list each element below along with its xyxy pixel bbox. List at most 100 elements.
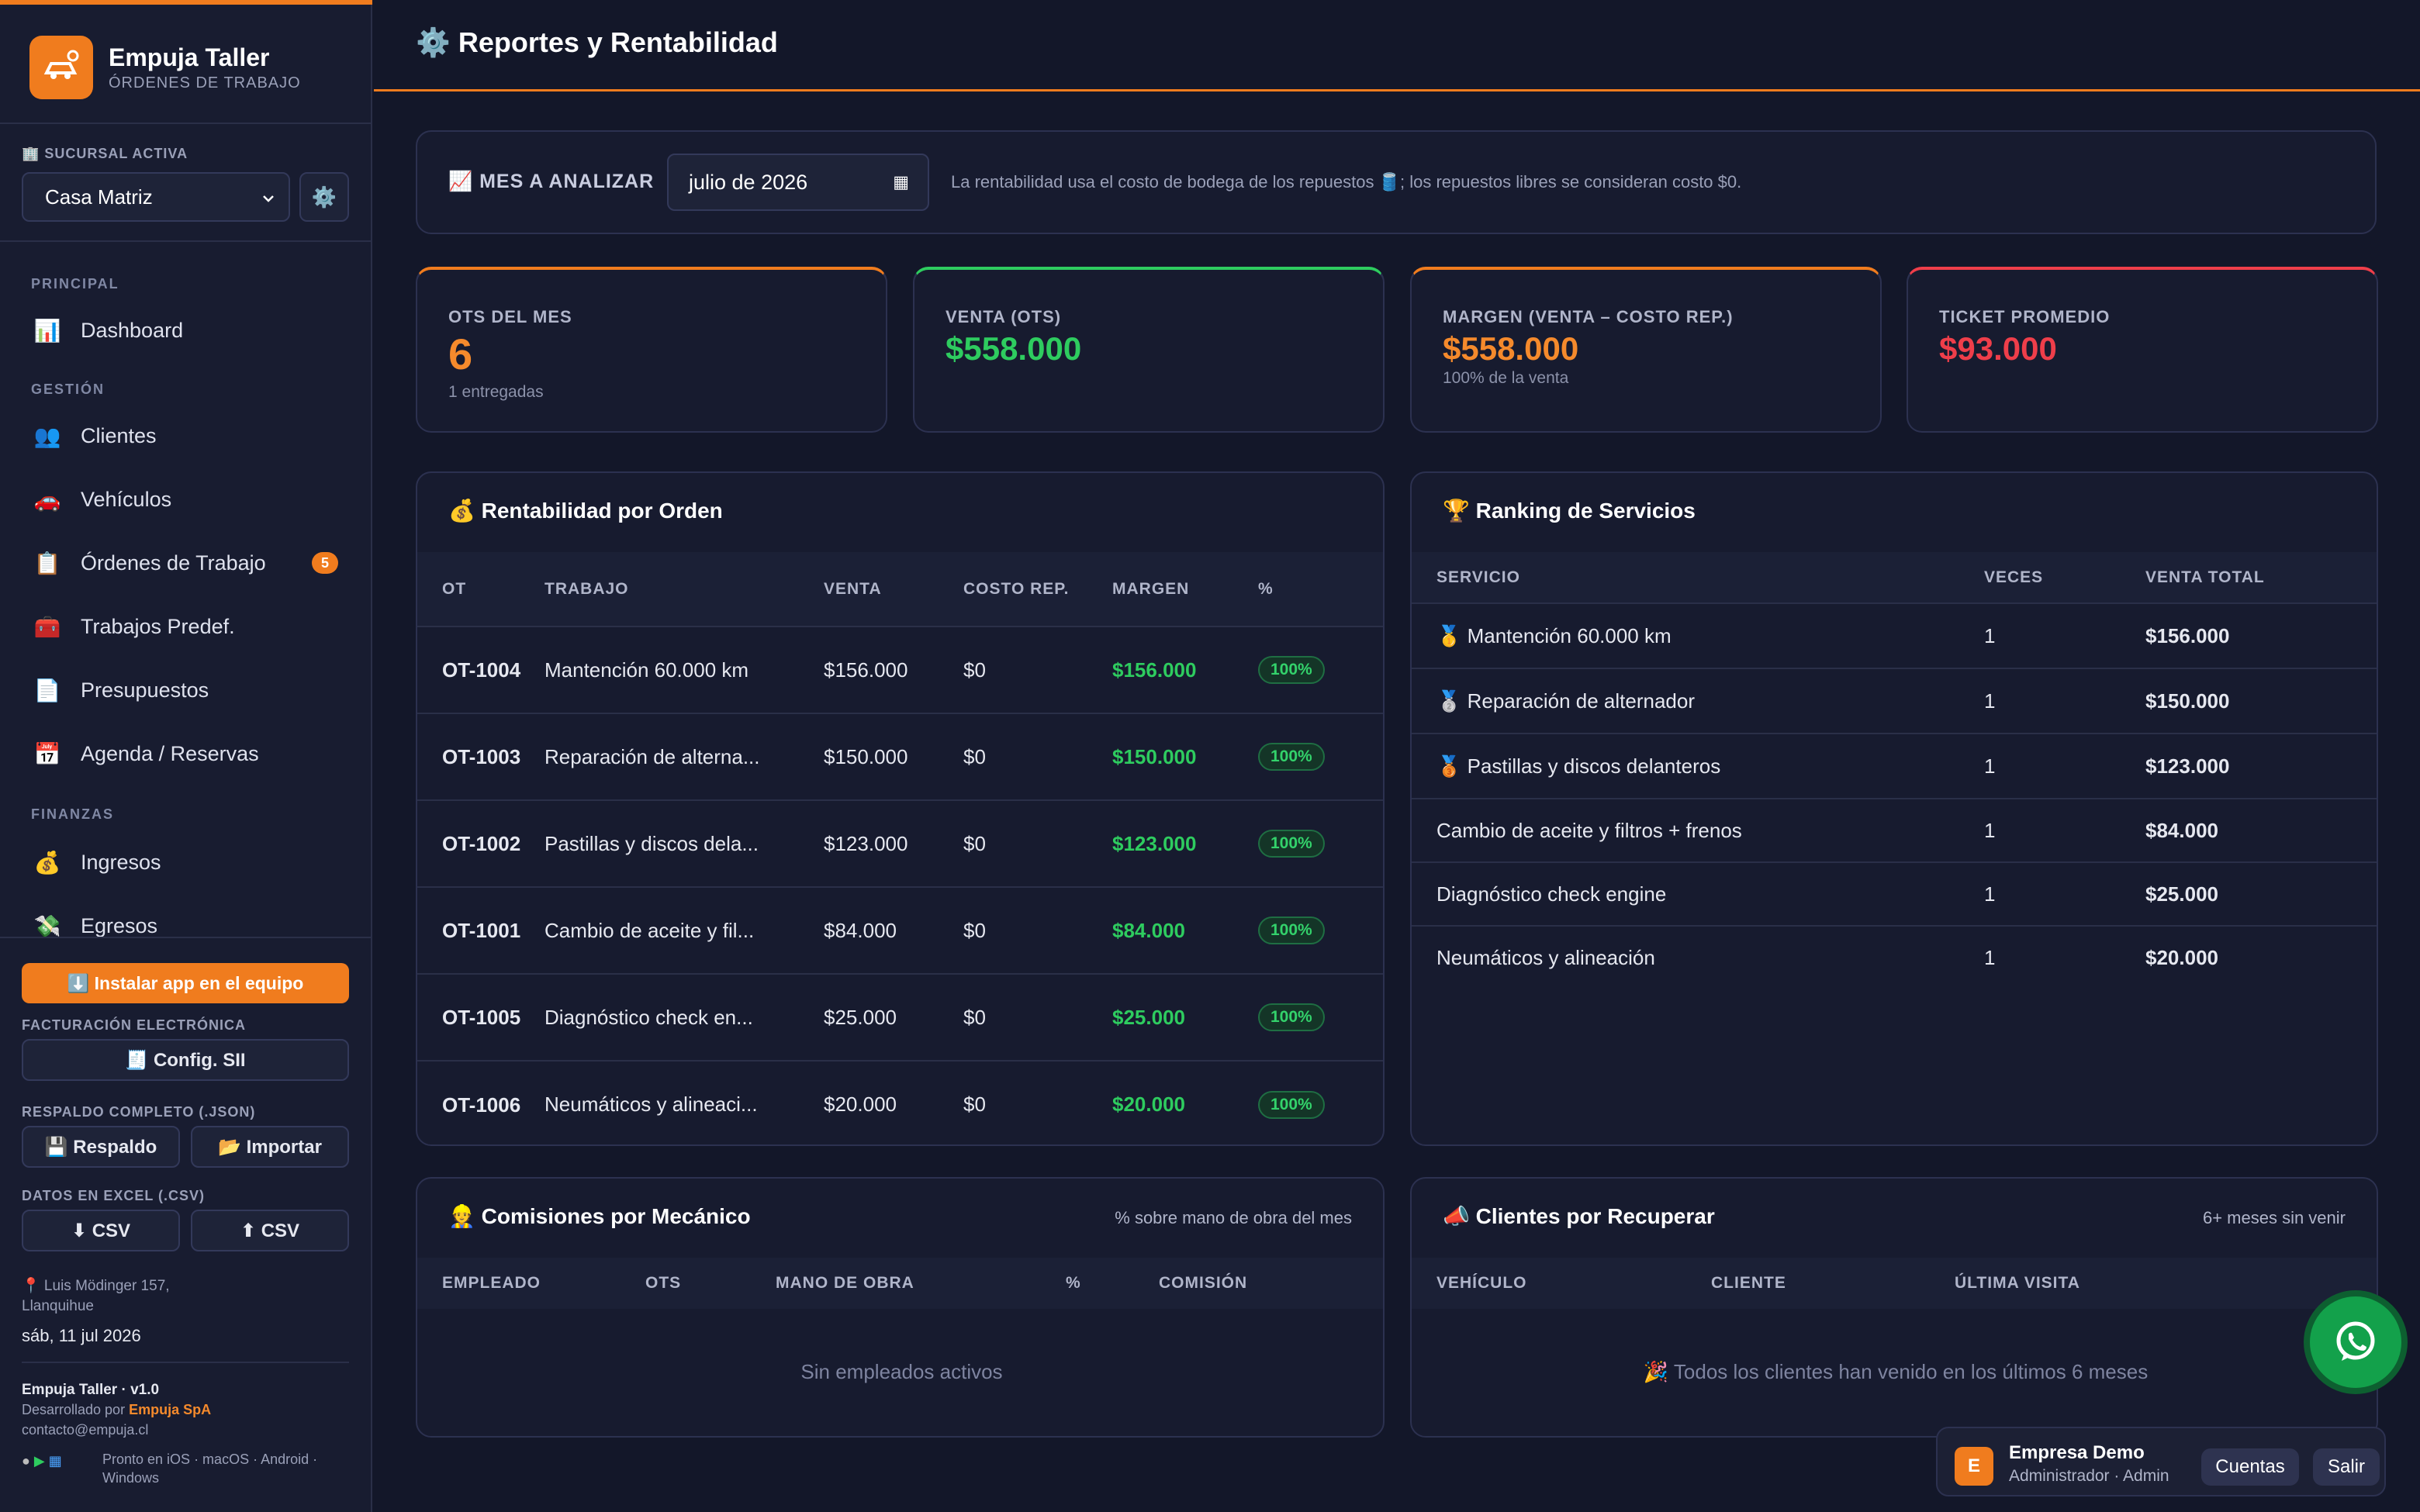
veces-cell: 1 (1984, 861, 2145, 926)
table-row[interactable]: 🥇 Mantención 60.000 km 1 $156.000 (1412, 602, 2377, 668)
table-row[interactable]: OT-1003 Reparación de alterna... $150.000 $… (417, 713, 1383, 800)
table-row[interactable]: OT-1005 Diagnóstico check en... $25.000 $0 $… (417, 973, 1383, 1061)
col-costo: COSTO REP. (963, 552, 1112, 627)
col-ots: OTS (645, 1258, 776, 1309)
table-row[interactable]: OT-1006 Neumáticos y alineaci... $20.000 $0… (417, 1060, 1383, 1144)
kpi-label: OTS DEL MES (448, 307, 572, 326)
ranking-table: SERVICIO VECES VENTA TOTAL 🥇 Mantención … (1412, 552, 2377, 989)
config-sii-button[interactable]: 🧾 Config. SII (22, 1039, 349, 1081)
sidebar-item-trabajos[interactable]: 🧰 Trabajos Predef. (31, 603, 349, 650)
costo-cell: $0 (963, 886, 1112, 974)
install-app-button[interactable]: ⬇️ Instalar app en el equipo (22, 963, 349, 1003)
empty-state: 🎉 Todos los clientes han venido en los ú… (1643, 1360, 2149, 1383)
nav-section-finanzas: FINANZAS (31, 806, 114, 822)
kpi-value: 6 (448, 330, 473, 378)
contact-email[interactable]: contacto@empuja.cl (22, 1422, 148, 1438)
branch-label: 🏢 SUCURSAL ACTIVA (22, 146, 188, 161)
col-venta-total: VENTA TOTAL (2145, 552, 2377, 603)
trabajo-cell: Mantención 60.000 km (544, 626, 824, 713)
table-header-row: SERVICIO VECES VENTA TOTAL (1412, 552, 2377, 603)
calendar-icon[interactable]: ▦ (893, 172, 909, 192)
developer-link[interactable]: Empuja SpA (129, 1402, 211, 1417)
user-name: Empresa Demo (2009, 1442, 2145, 1463)
kpi-sub: 1 entregadas (448, 383, 544, 401)
pct-badge: 100% (1258, 830, 1325, 858)
sidebar-item-label: Órdenes de Trabajo (81, 551, 266, 575)
table-row[interactable]: Diagnóstico check engine 1 $25.000 (1412, 861, 2377, 926)
servicio-cell: Diagnóstico check engine (1412, 861, 1984, 926)
money-bag-icon: 💰 (33, 850, 61, 875)
col-ultima-visita: ÚLTIMA VISITA (1955, 1258, 2377, 1309)
sidebar-item-egresos[interactable]: 💸 Egresos (31, 903, 349, 949)
col-venta: VENTA (824, 552, 963, 627)
avatar: E (1955, 1447, 1993, 1486)
sidebar-item-label: Agenda / Reservas (81, 741, 259, 765)
branch-settings-button[interactable]: ⚙️ (299, 172, 349, 222)
whatsapp-button[interactable] (2304, 1290, 2408, 1394)
address-line-2: Llanquihue (22, 1298, 94, 1314)
users-icon: 👥 (33, 423, 61, 448)
card-title: 👷 Comisiones por Mecánico (448, 1204, 751, 1228)
csv-import-button[interactable]: ⬆ CSV (191, 1210, 349, 1251)
sidebar-item-dashboard[interactable]: 📊 Dashboard (31, 307, 349, 354)
kpi-label: TICKET PROMEDIO (1939, 307, 2111, 326)
respaldo-label: RESPALDO COMPLETO (.JSON) (22, 1104, 256, 1120)
month-input[interactable]: julio de 2026 ▦ (667, 154, 929, 211)
month-value: julio de 2026 (689, 170, 808, 194)
pct-badge: 100% (1258, 656, 1325, 684)
trabajo-cell: Reparación de alterna... (544, 713, 824, 800)
branch-select[interactable]: Casa Matriz (22, 172, 290, 222)
csv-export-button[interactable]: ⬇ CSV (22, 1210, 180, 1251)
venta-total-cell: $123.000 (2145, 733, 2377, 799)
divider (0, 937, 372, 938)
sidebar-item-agenda[interactable]: 📅 Agenda / Reservas (31, 730, 349, 777)
venta-cell: $150.000 (824, 713, 963, 800)
servicio-cell: Neumáticos y alineación (1412, 925, 1984, 989)
ranking-card: 🏆 Ranking de Servicios SERVICIO VECES VE… (1410, 471, 2378, 1146)
margen-cell: $156.000 (1112, 626, 1258, 713)
sidebar-item-ingresos[interactable]: 💰 Ingresos (31, 839, 349, 885)
car-icon: 🚗 (33, 487, 61, 512)
kpi-label: MARGEN (VENTA – COSTO REP.) (1443, 307, 1734, 326)
col-comision: COMISIÓN (1159, 1258, 1383, 1309)
pct-badge: 100% (1258, 1003, 1325, 1031)
col-trabajo: TRABAJO (544, 552, 824, 627)
ot-cell: OT-1005 (417, 973, 544, 1061)
veces-cell: 1 (1984, 925, 2145, 989)
kpi-label: VENTA (OTS) (946, 307, 1062, 326)
table-row[interactable]: Cambio de aceite y filtros + frenos 1 $84.… (1412, 798, 2377, 862)
accounts-button[interactable]: Cuentas (2201, 1448, 2299, 1486)
table-row[interactable]: OT-1002 Pastillas y discos dela... $123.00… (417, 799, 1383, 887)
card-note: % sobre mano de obra del mes (1115, 1208, 1352, 1227)
calendar-icon: 📅 (33, 741, 61, 766)
table-header-row: EMPLEADO OTS MANO DE OBRA % COMISIÓN (417, 1258, 1383, 1309)
sidebar-item-vehiculos[interactable]: 🚗 Vehículos (31, 476, 349, 523)
recuperar-table: VEHÍCULO CLIENTE ÚLTIMA VISITA (1412, 1258, 2377, 1309)
venta-total-cell: $84.000 (2145, 798, 2377, 862)
servicio-cell: 🥇 Mantención 60.000 km (1412, 602, 1984, 668)
page-header: ⚙️ Reportes y Rentabilidad (374, 0, 2420, 91)
table-row[interactable]: OT-1001 Cambio de aceite y fil... $84.000 $… (417, 886, 1383, 974)
comisiones-card: 👷 Comisiones por Mecánico % sobre mano d… (416, 1177, 1385, 1438)
margen-cell: $84.000 (1112, 886, 1258, 974)
table-row[interactable]: OT-1004 Mantención 60.000 km $156.000 $0 $15… (417, 626, 1383, 713)
sidebar-item-presupuestos[interactable]: 📄 Presupuestos (31, 667, 349, 713)
venta-total-cell: $20.000 (2145, 925, 2377, 989)
kpi-sub: 100% de la venta (1443, 369, 1569, 387)
table-row[interactable]: 🥉 Pastillas y discos delanteros 1 $123.000 (1412, 733, 2377, 799)
table-row[interactable]: Neumáticos y alineación 1 $20.000 (1412, 925, 2377, 989)
sidebar-item-ordenes[interactable]: 📋 Órdenes de Trabajo 5 (31, 540, 349, 586)
venta-total-cell: $150.000 (2145, 668, 2377, 734)
whatsapp-icon (2336, 1321, 2375, 1361)
col-veces: VECES (1984, 552, 2145, 603)
costo-cell: $0 (963, 799, 1112, 887)
table-row[interactable]: 🥈 Reparación de alternador 1 $150.000 (1412, 668, 2377, 734)
import-button[interactable]: 📂 Importar (191, 1126, 349, 1168)
sidebar-item-clientes[interactable]: 👥 Clientes (31, 413, 349, 459)
kpi-margen: MARGEN (VENTA – COSTO REP.) $558.000 100… (1410, 267, 1882, 433)
backup-button[interactable]: 💾 Respaldo (22, 1126, 180, 1168)
divider (0, 123, 372, 124)
col-empleado: EMPLEADO (417, 1258, 645, 1309)
logout-button[interactable]: Salir (2313, 1448, 2380, 1486)
pct-badge: 100% (1258, 743, 1325, 771)
